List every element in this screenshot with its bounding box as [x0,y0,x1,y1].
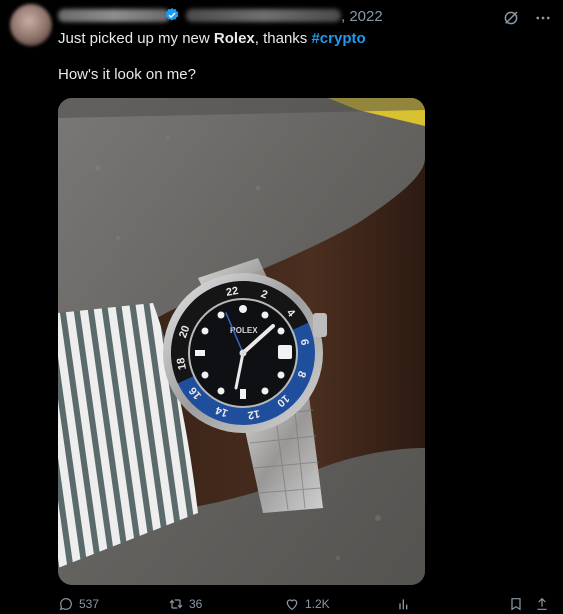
avatar[interactable] [10,4,52,46]
reply-button[interactable]: 537 [58,596,99,612]
blurred-handle[interactable] [186,9,341,22]
date-window [278,345,292,359]
share-icon [537,597,547,610]
blurred-display-name[interactable] [58,9,170,22]
tweet-photo[interactable]: 22 2 4 6 8 10 12 14 16 18 20 ROLEX [58,98,425,585]
verified-badge-icon [165,8,179,21]
more-icon[interactable] [533,8,553,28]
grok-icon[interactable] [501,8,521,28]
retweet-button[interactable]: 36 [168,596,202,612]
tweet-text-bold: Rolex [213,30,255,47]
bezel-number: 22 [225,285,239,299]
bookmark-icon [511,598,521,611]
tweet-text-line-1: Just picked up my new Rolex, thanks #cry… [58,30,366,48]
tweet-top-actions [501,8,553,28]
bezel-number: 18 [175,357,189,371]
tweet-text-middle: , thanks [254,30,312,47]
share-button[interactable] [534,596,550,612]
reply-count: 537 [79,597,100,611]
views-icon [399,599,408,610]
bookmark-button[interactable] [508,596,524,612]
views-button[interactable] [396,596,412,612]
bezel-number: 12 [247,407,261,421]
like-button[interactable]: 1.2K [284,596,330,612]
tweet-text-prefix: Just picked up my new [58,30,214,47]
retweet-count: 36 [189,597,203,611]
tweet-text-line-2: How's it look on me? [58,66,196,83]
retweet-icon [169,599,183,609]
tweet-actions: 537 36 1.2K [58,596,558,614]
tweet-header: , 2022 [58,6,398,26]
heart-icon [286,599,298,611]
tweet-date[interactable]: , 2022 [341,8,383,25]
hashtag-link[interactable]: #crypto [311,30,365,47]
like-count: 1.2K [305,597,330,611]
reply-icon [59,598,72,611]
